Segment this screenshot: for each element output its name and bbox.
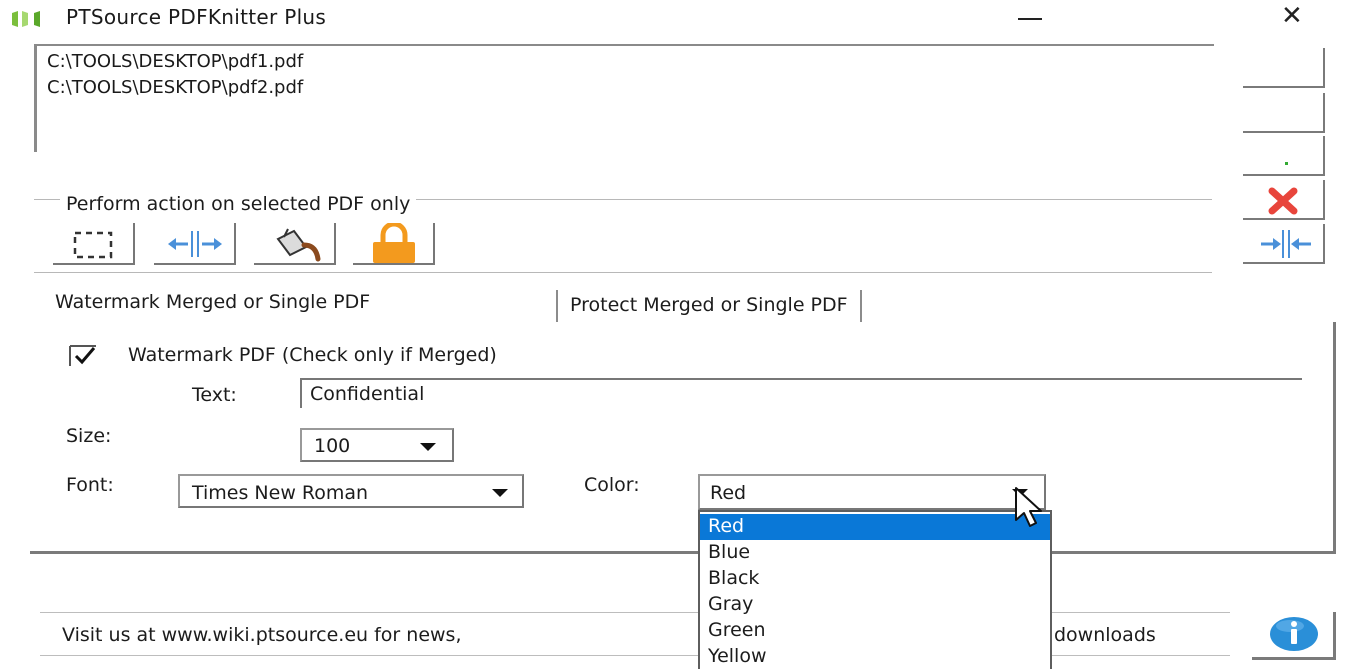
delete-x-icon bbox=[1268, 187, 1298, 215]
select-region-icon bbox=[73, 231, 113, 259]
chevron-down-icon bbox=[492, 489, 508, 497]
split-arrows-icon bbox=[168, 231, 222, 257]
color-dropdown-list[interactable]: Red Blue Black Gray Green Yellow bbox=[698, 510, 1052, 669]
watermark-text-input[interactable]: Confidential bbox=[300, 378, 1302, 408]
mouse-pointer-icon bbox=[1012, 486, 1052, 530]
pdf-file-list[interactable]: C:\TOOLS\DESKTOP\pdf1.pdf C:\TOOLS\DESKT… bbox=[34, 44, 1214, 152]
footer-text-end: downloads bbox=[1054, 624, 1156, 646]
color-label: Color: bbox=[584, 474, 640, 496]
color-value: Red bbox=[710, 482, 747, 504]
text-label: Text: bbox=[192, 384, 237, 406]
font-label: Font: bbox=[66, 474, 114, 496]
padlock-icon bbox=[373, 223, 415, 263]
dropdown-option[interactable]: Black bbox=[700, 566, 1050, 592]
minimize-icon bbox=[1018, 18, 1042, 20]
close-icon: ✕ bbox=[1281, 1, 1303, 31]
add-pdf-button[interactable] bbox=[1243, 48, 1325, 88]
dropdown-option[interactable]: Red bbox=[700, 514, 1050, 540]
list-item[interactable]: C:\TOOLS\DESKTOP\pdf1.pdf bbox=[47, 51, 303, 72]
minimize-button[interactable] bbox=[1000, 0, 1060, 36]
select-area-button[interactable] bbox=[53, 223, 135, 265]
watermark-checkbox[interactable] bbox=[68, 344, 98, 368]
group-label: Perform action on selected PDF only bbox=[60, 193, 417, 215]
font-value: Times New Roman bbox=[192, 482, 369, 504]
move-down-button[interactable] bbox=[1243, 136, 1325, 176]
move-up-button[interactable] bbox=[1243, 93, 1325, 133]
split-button[interactable] bbox=[154, 223, 236, 265]
tab-watermark-label: Watermark Merged or Single PDF bbox=[55, 291, 371, 313]
watermark-checkbox-label: Watermark PDF (Check only if Merged) bbox=[128, 344, 497, 366]
dropdown-option[interactable]: Blue bbox=[700, 540, 1050, 566]
merge-arrows-icon bbox=[1261, 230, 1311, 258]
app-logo-icon bbox=[10, 9, 46, 29]
dropdown-option[interactable]: Green bbox=[700, 618, 1050, 644]
footer-text: Visit us at www.wiki.ptsource.eu for new… bbox=[62, 624, 462, 646]
info-button[interactable] bbox=[1252, 612, 1336, 660]
size-value: 100 bbox=[314, 435, 351, 457]
lock-button[interactable] bbox=[353, 223, 435, 265]
size-select[interactable]: 100 bbox=[300, 428, 454, 462]
window-title: PTSource PDFKnitter Plus bbox=[66, 5, 327, 29]
fill-button[interactable] bbox=[254, 223, 336, 265]
info-icon bbox=[1270, 617, 1318, 651]
tab-watermark[interactable]: Watermark Merged or Single PDF bbox=[47, 286, 379, 322]
font-select[interactable]: Times New Roman bbox=[178, 474, 524, 508]
remove-pdf-button[interactable] bbox=[1243, 180, 1325, 220]
size-label: Size: bbox=[66, 425, 112, 447]
dropdown-option[interactable]: Gray bbox=[700, 592, 1050, 618]
list-item[interactable]: C:\TOOLS\DESKTOP\pdf2.pdf bbox=[47, 77, 303, 98]
tab-protect-label: Protect Merged or Single PDF bbox=[570, 294, 848, 316]
tab-protect[interactable]: Protect Merged or Single PDF bbox=[556, 290, 862, 322]
color-select[interactable]: Red bbox=[698, 474, 1046, 510]
merge-button[interactable] bbox=[1243, 224, 1325, 264]
title-bar: PTSource PDFKnitter Plus ✕ bbox=[0, 0, 1355, 38]
close-button[interactable]: ✕ bbox=[1262, 0, 1328, 36]
checkmark-icon bbox=[69, 345, 96, 366]
paint-bucket-icon bbox=[276, 228, 321, 262]
dropdown-option[interactable]: Yellow bbox=[700, 644, 1050, 670]
chevron-down-icon bbox=[420, 443, 436, 451]
